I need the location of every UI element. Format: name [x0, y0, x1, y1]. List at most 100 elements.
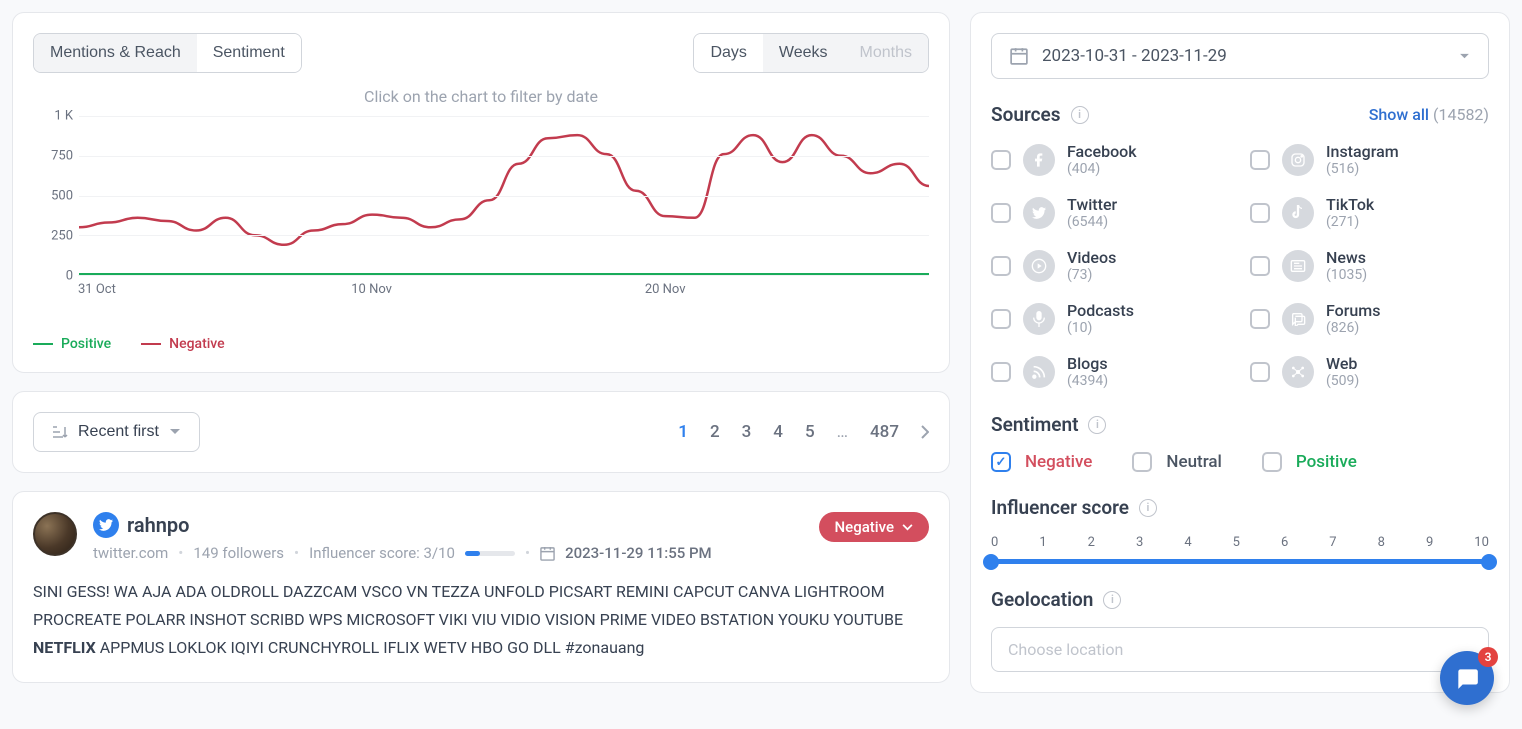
- checkbox[interactable]: [1250, 203, 1270, 223]
- mention-timestamp: 2023-11-29 11:55 PM: [565, 544, 712, 562]
- source-videos[interactable]: Videos (73): [991, 248, 1230, 283]
- sort-button[interactable]: Recent first: [33, 412, 200, 452]
- source-forums[interactable]: Forums (826): [1250, 301, 1489, 336]
- page-3[interactable]: 3: [742, 422, 752, 442]
- slider-tick: 5: [1233, 535, 1240, 550]
- checkbox[interactable]: [1250, 362, 1270, 382]
- source-count: (10): [1067, 320, 1134, 336]
- avatar[interactable]: [33, 512, 77, 556]
- tiktok-icon: [1282, 197, 1314, 229]
- sentiment-badge-label: Negative: [835, 518, 894, 536]
- page-5[interactable]: 5: [805, 422, 815, 442]
- slider-thumb-min[interactable]: [983, 554, 999, 570]
- checkbox[interactable]: [1250, 256, 1270, 276]
- slider-thumb-max[interactable]: [1481, 554, 1497, 570]
- page-2[interactable]: 2: [710, 422, 720, 442]
- source-instagram[interactable]: Instagram (516): [1250, 142, 1489, 177]
- list-controls: Recent first 1 2 3 4 5 … 487: [12, 391, 950, 473]
- chart-hint: Click on the chart to filter by date: [33, 87, 929, 106]
- date-range-label: 2023-10-31 - 2023-11-29: [1042, 46, 1227, 66]
- page-last[interactable]: 487: [870, 422, 899, 442]
- legend-negative-label: Negative: [169, 336, 225, 352]
- page-1[interactable]: 1: [678, 422, 688, 442]
- slider-tick: 6: [1281, 535, 1288, 550]
- slider-tick: 0: [991, 535, 998, 550]
- tab-mentions-reach[interactable]: Mentions & Reach: [34, 34, 197, 72]
- chevron-down-icon: [902, 524, 913, 531]
- checkbox[interactable]: [1132, 452, 1152, 472]
- source-name: Facebook: [1067, 142, 1137, 161]
- chevron-down-icon: [169, 428, 181, 436]
- mention-influencer-score: Influencer score: 3/10: [309, 544, 455, 562]
- checkbox[interactable]: [991, 150, 1011, 170]
- tab-months: Months: [844, 34, 928, 72]
- checkbox[interactable]: [1262, 452, 1282, 472]
- slider-tick: 1: [1039, 535, 1046, 550]
- tab-weeks[interactable]: Weeks: [763, 34, 844, 72]
- y-tick: 250: [51, 229, 73, 244]
- checkbox[interactable]: [991, 256, 1011, 276]
- y-tick: 750: [51, 149, 73, 164]
- legend-negative[interactable]: Negative: [141, 336, 225, 352]
- source-name: Podcasts: [1067, 301, 1134, 320]
- checkbox[interactable]: [1250, 309, 1270, 329]
- info-icon[interactable]: i: [1103, 591, 1121, 609]
- slider-tick: 4: [1184, 535, 1191, 550]
- sentiment-badge[interactable]: Negative: [819, 512, 929, 542]
- tab-days[interactable]: Days: [694, 34, 762, 72]
- source-web[interactable]: Web (509): [1250, 354, 1489, 389]
- show-all-link[interactable]: Show all: [1369, 105, 1429, 124]
- source-name: Instagram: [1326, 142, 1399, 161]
- influencer-title: Influencer score: [991, 496, 1129, 519]
- source-news[interactable]: News (1035): [1250, 248, 1489, 283]
- influencer-slider[interactable]: 012345678910: [991, 535, 1489, 564]
- info-icon[interactable]: i: [1139, 499, 1157, 517]
- sort-label: Recent first: [78, 423, 159, 441]
- x-tick: 10 Nov: [351, 282, 392, 297]
- page-next[interactable]: [921, 425, 929, 439]
- legend-line-icon: [141, 343, 161, 345]
- sentiment-negative[interactable]: Negative: [991, 452, 1092, 472]
- page-4[interactable]: 4: [773, 422, 783, 442]
- source-blogs[interactable]: Blogs (4394): [991, 354, 1230, 389]
- source-name: Twitter: [1067, 195, 1117, 214]
- chat-badge: 3: [1478, 647, 1498, 667]
- x-tick: 31 Oct: [78, 282, 116, 297]
- slider-tick: 2: [1088, 535, 1095, 550]
- legend-positive[interactable]: Positive: [33, 336, 111, 352]
- chat-button[interactable]: 3: [1440, 651, 1494, 705]
- source-count: (6544): [1067, 214, 1117, 230]
- source-twitter[interactable]: Twitter (6544): [991, 195, 1230, 230]
- pagination: 1 2 3 4 5 … 487: [678, 422, 929, 442]
- source-facebook[interactable]: Facebook (404): [991, 142, 1230, 177]
- info-icon[interactable]: i: [1088, 416, 1106, 434]
- sentiment-neutral[interactable]: Neutral: [1132, 452, 1222, 472]
- date-range-picker[interactable]: 2023-10-31 - 2023-11-29: [991, 33, 1489, 79]
- chart-line-negative: [79, 135, 929, 245]
- twitter-icon: [93, 512, 119, 538]
- facebook-icon: [1023, 144, 1055, 176]
- podcasts-icon: [1023, 303, 1055, 335]
- chart-area[interactable]: 02505007501 K 31 Oct10 Nov20 Nov: [33, 116, 929, 316]
- checkbox[interactable]: [991, 362, 1011, 382]
- mention-username[interactable]: rahnpo: [127, 513, 190, 537]
- sentiment-label: Positive: [1296, 452, 1357, 472]
- checkbox[interactable]: [991, 452, 1011, 472]
- sentiment-label: Negative: [1025, 452, 1092, 472]
- slider-tick: 3: [1136, 535, 1143, 550]
- checkbox[interactable]: [991, 203, 1011, 223]
- checkbox[interactable]: [991, 309, 1011, 329]
- slider-tick: 8: [1378, 535, 1385, 550]
- checkbox[interactable]: [1250, 150, 1270, 170]
- source-count: (516): [1326, 161, 1399, 177]
- info-icon[interactable]: i: [1071, 106, 1089, 124]
- source-tiktok[interactable]: TikTok (271): [1250, 195, 1489, 230]
- mention-source[interactable]: twitter.com: [93, 544, 168, 562]
- geo-select[interactable]: Choose location: [991, 627, 1489, 672]
- legend-positive-label: Positive: [61, 336, 111, 352]
- source-podcasts[interactable]: Podcasts (10): [991, 301, 1230, 336]
- source-count: (826): [1326, 320, 1380, 336]
- tab-sentiment[interactable]: Sentiment: [197, 34, 301, 72]
- news-icon: [1282, 250, 1314, 282]
- sentiment-positive[interactable]: Positive: [1262, 452, 1357, 472]
